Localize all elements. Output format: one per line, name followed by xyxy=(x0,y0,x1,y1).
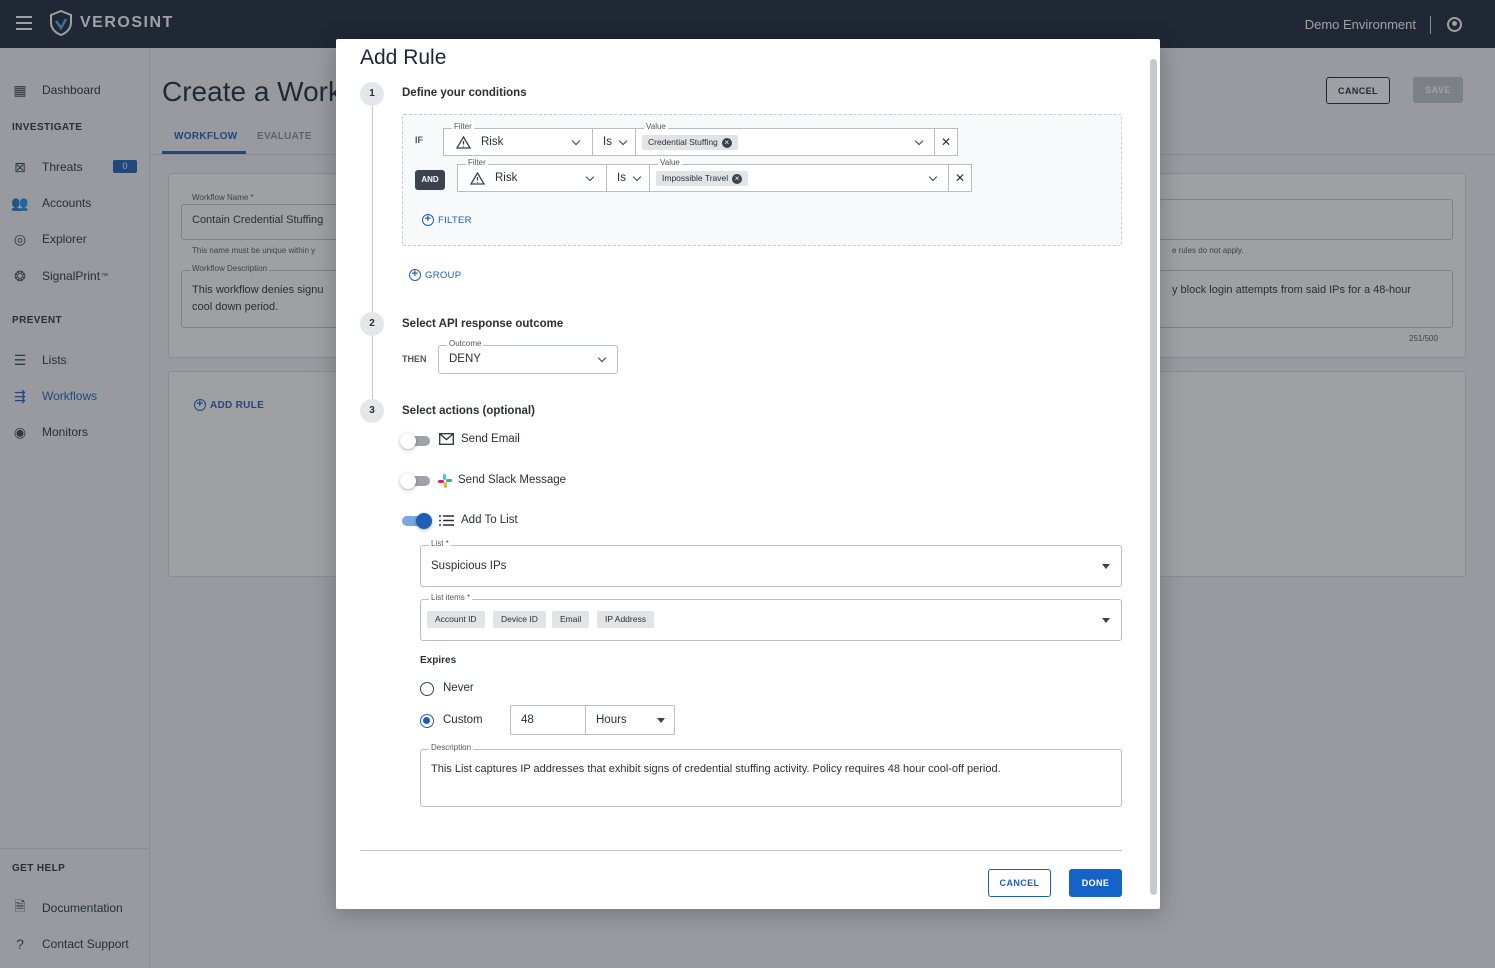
scrollbar[interactable] xyxy=(1150,59,1157,895)
if-connector: IF xyxy=(415,135,423,145)
plus-circle-icon: + xyxy=(422,214,434,226)
send-email-toggle[interactable] xyxy=(400,433,430,449)
cancel-button[interactable]: CANCEL xyxy=(988,869,1051,897)
condition-1-value-select[interactable]: Value Credential Stuffing × xyxy=(635,122,935,156)
send-slack-toggle[interactable] xyxy=(400,473,430,489)
step-connector xyxy=(372,106,373,312)
list-icon xyxy=(439,515,454,526)
step-connector xyxy=(372,336,373,399)
list-item-chip[interactable]: IP Address xyxy=(597,611,654,628)
expires-unit-select[interactable]: Hours xyxy=(585,705,675,735)
list-item-chip[interactable]: Device ID xyxy=(493,611,546,628)
step-1-indicator: 1 xyxy=(360,82,384,106)
caret-down-icon xyxy=(1102,618,1110,623)
expires-amount-input[interactable]: 48 xyxy=(510,705,586,735)
chip-remove-icon[interactable]: × xyxy=(732,173,743,184)
and-connector[interactable]: AND xyxy=(415,170,445,190)
send-slack-label: Send Slack Message xyxy=(458,474,567,486)
expires-custom-radio[interactable] xyxy=(420,714,434,728)
value-chip: Impossible Travel × xyxy=(656,171,749,186)
add-filter-button[interactable]: + FILTER xyxy=(422,214,472,226)
remove-condition-2-button[interactable]: ✕ xyxy=(948,164,972,192)
condition-2-filter-select[interactable]: Filter Risk xyxy=(457,158,607,192)
close-icon: ✕ xyxy=(940,135,952,149)
divider xyxy=(360,850,1122,851)
then-label: THEN xyxy=(402,354,427,364)
plus-circle-icon: + xyxy=(409,269,421,281)
chip-remove-icon[interactable]: × xyxy=(721,137,732,148)
list-item-chip[interactable]: Email xyxy=(552,611,590,628)
chevron-down-icon xyxy=(914,136,924,146)
step-2-title: Select API response outcome xyxy=(402,318,564,330)
value-chip: Credential Stuffing × xyxy=(642,135,738,150)
add-to-list-label: Add To List xyxy=(461,514,518,526)
add-rule-dialog: Add Rule 1 Define your conditions IF Fil… xyxy=(336,39,1160,909)
add-to-list-toggle[interactable] xyxy=(402,513,432,529)
slack-icon xyxy=(438,474,452,488)
chevron-down-icon xyxy=(928,172,938,182)
warning-icon xyxy=(470,172,485,185)
remove-condition-1-button[interactable]: ✕ xyxy=(934,128,958,156)
caret-down-icon xyxy=(657,718,665,723)
chevron-down-icon xyxy=(571,136,581,146)
chevron-down-icon xyxy=(632,172,642,182)
step-3-indicator: 3 xyxy=(360,399,384,423)
send-email-label: Send Email xyxy=(461,433,520,445)
caret-down-icon xyxy=(1102,564,1110,569)
condition-1-filter-select[interactable]: Filter Risk xyxy=(443,122,593,156)
condition-1-operator-select[interactable]: Is xyxy=(592,128,636,156)
close-icon: ✕ xyxy=(954,171,966,185)
expires-never-radio[interactable] xyxy=(420,682,434,696)
expires-label: Expires xyxy=(420,655,457,666)
chevron-down-icon xyxy=(597,353,607,363)
add-group-button[interactable]: + GROUP xyxy=(409,269,461,281)
dialog-title: Add Rule xyxy=(360,46,447,69)
list-select[interactable]: List * Suspicious IPs xyxy=(420,539,1122,587)
step-3-title: Select actions (optional) xyxy=(402,405,535,417)
step-1-title: Define your conditions xyxy=(402,87,527,99)
warning-icon xyxy=(456,136,471,149)
expires-custom-label: Custom xyxy=(443,714,483,726)
list-item-chip[interactable]: Account ID xyxy=(427,611,485,628)
list-description-field[interactable]: Description This List captures IP addres… xyxy=(420,743,1122,807)
condition-2-value-select[interactable]: Value Impossible Travel × xyxy=(649,158,949,192)
chevron-down-icon xyxy=(618,136,628,146)
condition-2-operator-select[interactable]: Is xyxy=(606,164,650,192)
outcome-select[interactable]: Outcome DENY xyxy=(438,339,618,374)
done-button[interactable]: DONE xyxy=(1069,869,1122,897)
email-icon xyxy=(439,433,454,445)
chevron-down-icon xyxy=(585,172,595,182)
step-2-indicator: 2 xyxy=(360,312,384,336)
expires-never-label: Never xyxy=(443,682,474,694)
list-items-select[interactable]: List items * Account ID Device ID Email … xyxy=(420,593,1122,641)
